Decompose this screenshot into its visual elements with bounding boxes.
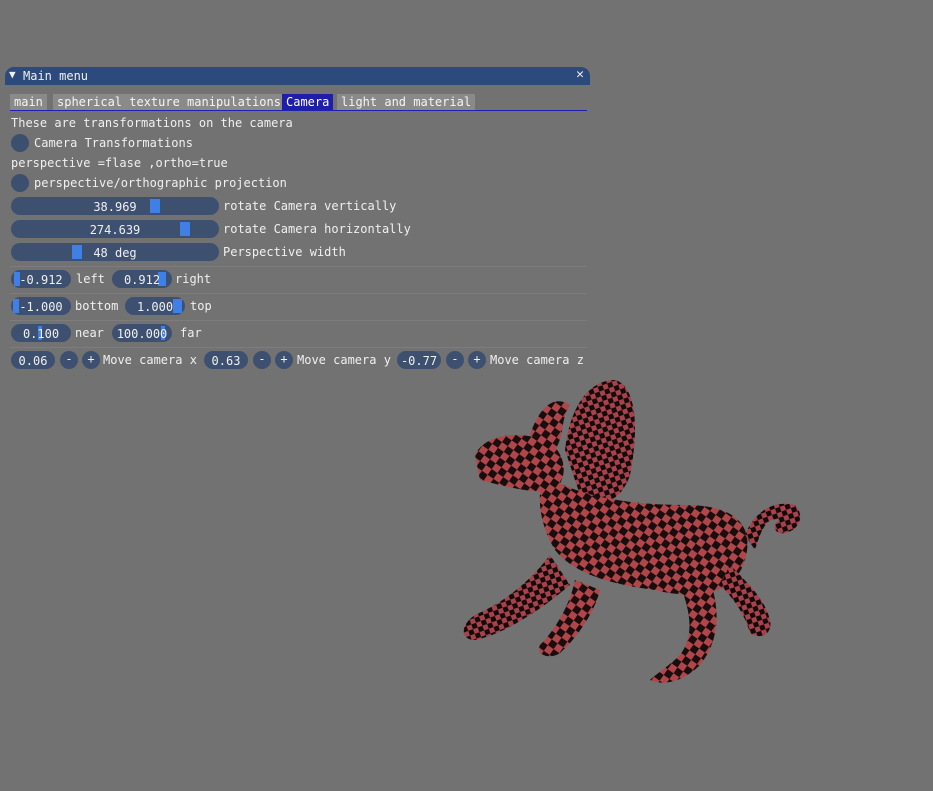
move-z-value: -0.77 <box>400 354 438 368</box>
near-drag[interactable]: 0.100 <box>11 324 71 342</box>
griffin-body <box>463 380 801 683</box>
tab-light-and-material[interactable]: light and material <box>337 94 476 111</box>
slider-value: 38.969 <box>93 200 137 214</box>
perspective-width-slider[interactable]: 48 deg <box>11 243 219 261</box>
bottom-drag[interactable]: -1.000 <box>11 297 71 315</box>
bottom-label: bottom <box>75 299 119 313</box>
right-value: 0.912 <box>123 273 161 287</box>
slider-value: 274.639 <box>89 223 141 237</box>
left-value: -0.912 <box>19 273 63 287</box>
top-drag[interactable]: 1.000 <box>125 297 185 315</box>
tab-spherical-texture[interactable]: spherical texture manipulations <box>53 94 285 111</box>
move-z-minus-button[interactable]: - <box>446 351 464 369</box>
separator <box>10 266 587 267</box>
move-y-value: 0.63 <box>211 354 241 368</box>
rotate-vertical-slider[interactable]: 38.969 <box>11 197 219 215</box>
main-menu-window: ▼ Main menu ✕ main spherical texture man… <box>5 67 590 376</box>
tab-underline <box>10 110 587 111</box>
right-drag[interactable]: 0.912 <box>112 270 172 288</box>
move-z-plus-button[interactable]: + <box>468 351 486 369</box>
move-z-label: Move camera z <box>490 353 584 367</box>
top-value: 1.000 <box>136 300 174 314</box>
camera-transformations-radio[interactable] <box>11 134 29 152</box>
move-z-input[interactable]: -0.77 <box>397 351 441 369</box>
top-label: top <box>190 299 212 313</box>
rotate-horizontal-label: rotate Camera horizontally <box>223 222 411 236</box>
left-drag[interactable]: -0.912 <box>11 270 71 288</box>
slider-value: 48 deg <box>93 246 137 260</box>
move-y-plus-button[interactable]: + <box>275 351 293 369</box>
separator <box>10 320 587 321</box>
move-x-plus-button[interactable]: + <box>82 351 100 369</box>
collapse-icon[interactable]: ▼ <box>9 68 16 81</box>
camera-transformations-label: Camera Transformations <box>34 136 193 150</box>
projection-note: perspective =flase ,ortho=true <box>11 156 228 170</box>
close-icon[interactable]: ✕ <box>576 67 584 82</box>
move-y-label: Move camera y <box>297 353 391 367</box>
near-label: near <box>75 326 104 340</box>
near-value: 0.100 <box>22 327 60 341</box>
move-x-minus-button[interactable]: - <box>60 351 78 369</box>
move-x-input[interactable]: 0.06 <box>11 351 55 369</box>
separator <box>10 293 587 294</box>
left-label: left <box>76 272 105 286</box>
separator <box>10 347 587 348</box>
window-title-bar[interactable]: ▼ Main menu ✕ <box>5 67 590 85</box>
rotate-vertical-label: rotate Camera vertically <box>223 199 397 213</box>
griffin-3d-model <box>463 380 801 683</box>
tab-main[interactable]: main <box>10 94 47 111</box>
tab-camera[interactable]: Camera <box>282 94 334 111</box>
move-x-label: Move camera x <box>103 353 197 367</box>
projection-label: perspective/orthographic projection <box>34 176 287 190</box>
far-value: 100.000 <box>116 327 168 341</box>
move-y-minus-button[interactable]: - <box>253 351 271 369</box>
rotate-horizontal-slider[interactable]: 274.639 <box>11 220 219 238</box>
move-y-input[interactable]: 0.63 <box>204 351 248 369</box>
camera-description: These are transformations on the camera <box>11 116 293 130</box>
move-x-value: 0.06 <box>18 354 48 368</box>
right-label: right <box>175 272 212 286</box>
far-label: far <box>180 326 202 340</box>
far-drag[interactable]: 100.000 <box>112 324 172 342</box>
perspective-width-label: Perspective width <box>223 245 346 259</box>
projection-radio[interactable] <box>11 174 29 192</box>
bottom-value: -1.000 <box>19 300 63 314</box>
window-title: Main menu <box>23 69 89 83</box>
